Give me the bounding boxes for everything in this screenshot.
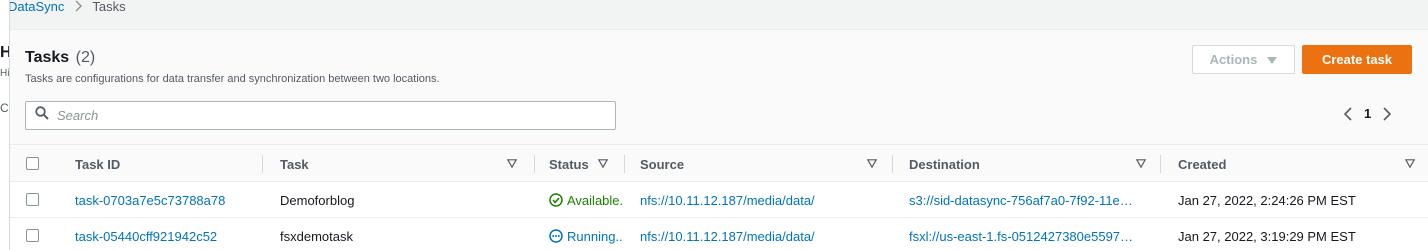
task-id-link[interactable]: task-05440cff921942c52 bbox=[75, 218, 255, 250]
select-all-checkbox[interactable] bbox=[26, 157, 39, 170]
sort-caret-down-icon[interactable] bbox=[507, 159, 517, 168]
row-checkbox[interactable] bbox=[26, 193, 39, 206]
destination-location-link[interactable]: fsxl://us-east-1.fs-0512427380e5597… bbox=[909, 218, 1147, 250]
actions-button-label: Actions bbox=[1209, 52, 1258, 67]
task-name: Demoforblog bbox=[280, 192, 355, 208]
search-field[interactable] bbox=[25, 101, 616, 130]
column-header-task-id[interactable]: Task ID bbox=[75, 146, 120, 182]
task-name: fsxdemotask bbox=[280, 228, 353, 244]
created-timestamp: Jan 27, 2022, 2:24:26 PM EST bbox=[1178, 192, 1356, 208]
column-header-created[interactable]: Created bbox=[1178, 146, 1226, 182]
page-title: Tasks (2) bbox=[25, 49, 95, 67]
created-timestamp: Jan 27, 2022, 3:19:29 PM EST bbox=[1178, 228, 1356, 244]
check-circle-icon bbox=[549, 193, 563, 207]
current-page-number[interactable]: 1 bbox=[1364, 106, 1371, 121]
next-page-icon[interactable] bbox=[1383, 106, 1392, 121]
status-text: Running.. bbox=[567, 228, 623, 244]
tasks-panel-header: Tasks (2) Tasks are configurations for d… bbox=[10, 30, 1428, 145]
sort-caret-down-icon[interactable] bbox=[867, 159, 877, 168]
destination-location-link[interactable]: s3://sid-datasync-756af7a0-7f92-11e… bbox=[909, 182, 1147, 218]
column-header-source[interactable]: Source bbox=[640, 146, 684, 182]
pagination: 1 bbox=[1344, 106, 1392, 121]
column-divider[interactable] bbox=[534, 155, 535, 173]
search-input[interactable] bbox=[57, 108, 597, 123]
task-id-link[interactable]: task-0703a7e5c73788a78 bbox=[75, 182, 255, 218]
status-text: Available. bbox=[567, 192, 623, 208]
breadcrumb-current: Tasks bbox=[92, 0, 126, 14]
table-row[interactable]: task-0703a7e5c73788a78 Demoforblog Avail… bbox=[10, 182, 1428, 218]
side-navigation-edge: H Hi C bbox=[0, 0, 10, 250]
table-row[interactable]: task-05440cff921942c52 fsxdemotask Runni… bbox=[10, 218, 1428, 250]
column-divider[interactable] bbox=[892, 155, 893, 173]
column-header-status[interactable]: Status bbox=[549, 146, 589, 182]
caret-down-icon bbox=[1267, 52, 1278, 67]
column-divider[interactable] bbox=[624, 155, 625, 173]
sort-caret-down-icon[interactable] bbox=[1405, 159, 1415, 168]
source-location-link[interactable]: nfs://10.11.12.187/media/data/ bbox=[640, 218, 885, 250]
panel-description: Tasks are configurations for data transf… bbox=[25, 73, 440, 85]
column-divider[interactable] bbox=[1160, 155, 1161, 173]
side-nav-heading-fragment: H bbox=[0, 44, 9, 62]
row-checkbox[interactable] bbox=[26, 229, 39, 242]
sort-caret-down-icon[interactable] bbox=[598, 159, 608, 168]
previous-page-icon[interactable] bbox=[1344, 106, 1352, 121]
actions-dropdown-button[interactable]: Actions bbox=[1192, 45, 1295, 74]
breadcrumb: DataSync Tasks bbox=[8, 0, 126, 16]
side-nav-text-fragment: Hi bbox=[0, 68, 10, 79]
table-header: Task ID Task Status Source Destination C… bbox=[10, 146, 1428, 182]
column-divider[interactable] bbox=[262, 155, 263, 173]
column-header-task[interactable]: Task bbox=[280, 146, 309, 182]
search-icon bbox=[35, 106, 49, 125]
source-location-link[interactable]: nfs://10.11.12.187/media/data/ bbox=[640, 182, 885, 218]
page-title-text: Tasks bbox=[25, 49, 70, 66]
column-header-destination[interactable]: Destination bbox=[909, 146, 980, 182]
tasks-panel: Tasks (2) Tasks are configurations for d… bbox=[10, 29, 1428, 250]
breadcrumb-datasync-link[interactable]: DataSync bbox=[8, 0, 64, 14]
chevron-right-icon bbox=[74, 0, 83, 12]
in-progress-icon bbox=[549, 229, 563, 243]
side-nav-item-fragment: C bbox=[0, 101, 9, 115]
create-task-button[interactable]: Create task bbox=[1302, 45, 1412, 74]
status-badge: Running.. bbox=[549, 218, 623, 250]
sort-caret-down-icon[interactable] bbox=[1136, 159, 1146, 168]
task-count: (2) bbox=[75, 49, 96, 66]
status-badge: Available. bbox=[549, 182, 623, 218]
